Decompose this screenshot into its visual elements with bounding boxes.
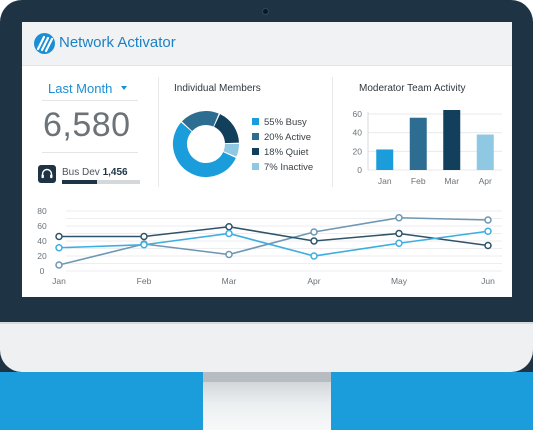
app-title: Network Activator [59, 34, 176, 51]
bar-mar [443, 110, 461, 170]
bar-apr [476, 134, 494, 170]
line-y-tick-label: 60 [37, 221, 47, 231]
column-divider [332, 77, 333, 187]
legend-busy-label: 55% Busy [264, 117, 307, 128]
moderator-title: Moderator Team Activity [359, 83, 466, 94]
chevron-down-icon[interactable] [121, 86, 127, 90]
line-point [395, 214, 403, 222]
line-point [484, 216, 492, 224]
period-dropdown[interactable]: Last Month [48, 81, 112, 96]
legend-swatch [252, 163, 259, 170]
bar-jan [376, 149, 394, 170]
monitor-chin-edge [0, 322, 533, 324]
total-members-value: 6,580 [43, 106, 131, 144]
line-y-tick-label: 40 [37, 236, 47, 246]
legend-busy: 55% Busy [252, 117, 307, 128]
column-divider [158, 77, 159, 187]
divider [42, 152, 138, 153]
line-y-tick-label: 80 [37, 206, 47, 216]
line-y-tick-label: 0 [40, 266, 45, 276]
line-point [484, 241, 492, 250]
members-title: Individual Members [174, 83, 261, 94]
bar-feb [409, 117, 427, 170]
line-point [225, 229, 233, 238]
line-point [225, 223, 233, 231]
team-progress-bar [62, 180, 140, 184]
legend-swatch [252, 133, 259, 140]
legend-swatch [252, 148, 259, 155]
legend-active: 20% Active [252, 132, 311, 143]
activity-line-chart: 0 20 40 60 80 Jan Feb Mar Apr May Jun [37, 206, 502, 286]
bar-y-tick-label: 20 [353, 146, 363, 156]
line-y-tick-label: 20 [37, 251, 47, 261]
legend-swatch [252, 118, 259, 125]
monitor-chin [0, 322, 533, 372]
line-point [395, 229, 403, 238]
line-point [55, 261, 63, 269]
line-point [395, 239, 403, 247]
moderator-bar-chart: 0 20 40 60 Jan Feb Mar Apr [353, 110, 502, 186]
app-logo-icon [34, 33, 55, 54]
bar-x-tick-label: Feb [411, 176, 426, 186]
bar-y-tick-label: 60 [353, 110, 363, 119]
team-value: 1,456 [102, 167, 128, 178]
line-point [310, 228, 318, 236]
bar-x-tick-label: Apr [479, 176, 492, 186]
app-header: Network Activator [22, 22, 512, 66]
team-stat: Bus Dev 1,456 [62, 167, 128, 178]
bar-x-tick-label: Jan [378, 176, 392, 186]
line-x-tick-label: Jan [52, 276, 66, 286]
webcam [262, 8, 269, 15]
line-x-tick-label: Jun [481, 276, 495, 286]
legend-inactive: 7% Inactive [252, 162, 313, 173]
bar-y-tick-label: 40 [353, 128, 363, 138]
headset-icon [38, 165, 56, 183]
line-point [310, 237, 318, 245]
legend-quiet: 18% Quiet [252, 147, 308, 158]
line-point [310, 252, 318, 260]
legend-quiet-label: 18% Quiet [264, 147, 309, 158]
line-x-tick-label: May [391, 276, 408, 286]
bar-x-tick-label: Mar [444, 176, 459, 186]
legend-inactive-label: 7% Inactive [264, 162, 314, 173]
team-progress-fill [62, 180, 98, 184]
bar-y-tick-label: 0 [357, 165, 362, 175]
monitor-stand-shadow [203, 372, 331, 382]
line-x-tick-label: Mar [222, 276, 237, 286]
divider [42, 100, 138, 101]
members-donut-chart [173, 111, 239, 177]
legend-active-label: 20% Active [264, 132, 311, 143]
dashboard-screen: Network Activator Last Month 6,580 Bus D… [22, 22, 512, 297]
line-point [55, 244, 63, 252]
line-point [140, 241, 148, 249]
team-name: Bus Dev [62, 167, 100, 178]
line-x-tick-label: Feb [137, 276, 152, 286]
line-point [225, 250, 233, 259]
line-point [484, 227, 492, 235]
line-x-tick-label: Apr [307, 276, 320, 286]
line-point [140, 232, 148, 241]
line-point [55, 232, 63, 241]
